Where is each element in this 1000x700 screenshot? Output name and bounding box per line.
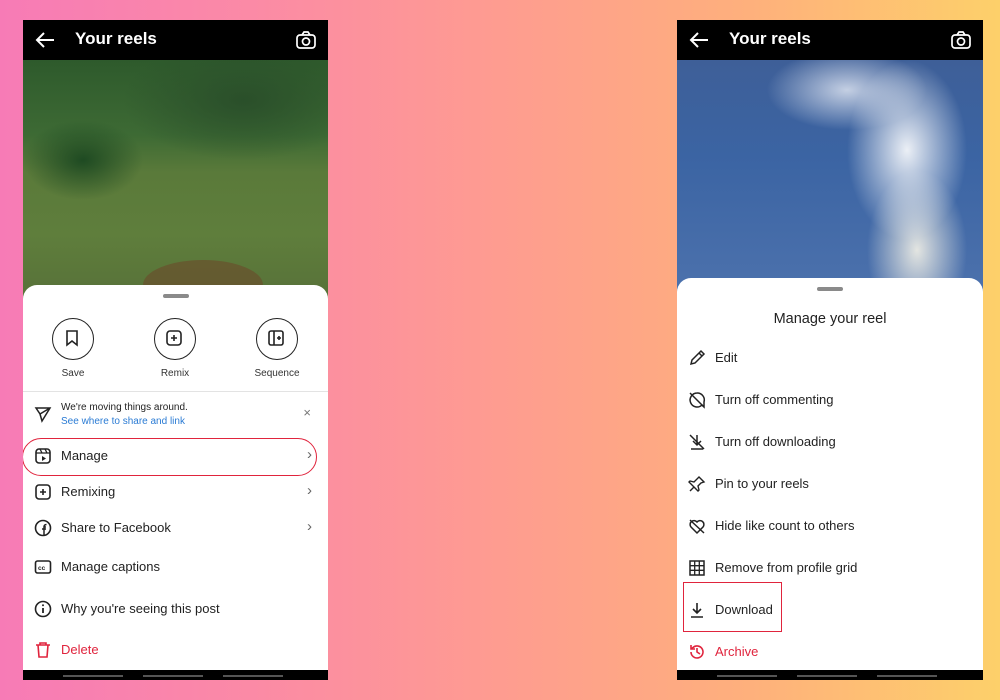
bookmark-icon [66, 330, 78, 347]
menu-item-manage-captions[interactable]: cc Manage captions [23, 549, 328, 585]
svg-text:cc: cc [38, 565, 46, 572]
sheet-handle[interactable] [162, 294, 189, 298]
notice-link[interactable]: See where to share and link [61, 416, 185, 427]
chevron-right-icon: › [307, 482, 312, 499]
comment-off-icon [689, 392, 706, 409]
menu-item-hide-like-count[interactable]: Hide like count to others [677, 509, 983, 543]
download-highlight [683, 582, 782, 632]
options-sheet: Save Remix Sequence We're moving things … [23, 285, 328, 670]
moving-notice: We're moving things around. See where to… [23, 399, 328, 435]
menu-item-remixing[interactable]: Remixing › [23, 474, 328, 510]
menu-item-pin[interactable]: Pin to your reels [677, 467, 983, 501]
manage-reel-sheet: Manage your reel Edit Turn off commentin… [677, 278, 983, 670]
system-nav-bar [23, 670, 328, 680]
right-phone-screen: Your reels Manage your reel Edit Turn of… [677, 20, 983, 680]
menu-label: Archive [715, 644, 759, 659]
menu-label: Pin to your reels [715, 476, 809, 491]
sheet-handle[interactable] [817, 287, 843, 291]
save-button[interactable]: Save [43, 318, 103, 379]
heart-off-icon [689, 519, 705, 535]
reel-video-preview[interactable] [677, 60, 983, 300]
chevron-right-icon: › [307, 518, 312, 535]
page-title: Your reels [729, 29, 811, 48]
divider [23, 391, 328, 392]
pencil-icon [689, 349, 706, 366]
remix-button[interactable]: Remix [145, 318, 205, 379]
sheet-title: Manage your reel [773, 311, 887, 327]
notice-text: We're moving things around. [61, 402, 188, 413]
back-arrow-icon[interactable] [35, 31, 55, 49]
menu-label: Hide like count to others [715, 518, 855, 533]
top-bar: Your reels [677, 20, 983, 60]
facebook-icon [34, 519, 52, 537]
menu-item-why-seeing[interactable]: Why you're seeing this post [23, 591, 328, 627]
menu-label: Turn off commenting [715, 392, 834, 407]
top-bar: Your reels [23, 20, 328, 60]
left-phone-screen: Your reels Save Remix Sequence We're mov… [23, 20, 328, 680]
menu-label: Remixing [61, 484, 116, 499]
download-off-icon [689, 434, 705, 450]
grid-icon [689, 560, 705, 576]
send-icon [34, 407, 52, 423]
menu-label: Delete [61, 642, 99, 657]
menu-item-edit[interactable]: Edit [677, 341, 983, 375]
menu-label: Remove from profile grid [715, 560, 858, 575]
menu-label: Manage captions [61, 559, 161, 574]
reel-video-preview[interactable] [23, 60, 328, 310]
menu-item-turn-off-downloading[interactable]: Turn off downloading [677, 425, 983, 459]
menu-item-turn-off-commenting[interactable]: Turn off commenting [677, 383, 983, 417]
close-icon[interactable]: × [303, 405, 311, 420]
trash-icon [36, 642, 50, 658]
remix-icon [35, 484, 51, 500]
sequence-label: Sequence [254, 368, 300, 379]
info-icon [34, 600, 52, 618]
menu-item-remove-from-grid[interactable]: Remove from profile grid [677, 551, 983, 585]
pin-icon [688, 476, 706, 492]
camera-icon[interactable] [296, 31, 316, 49]
archive-icon [690, 645, 704, 659]
menu-item-share-facebook[interactable]: Share to Facebook › [23, 510, 328, 546]
sequence-button[interactable]: Sequence [247, 318, 307, 379]
menu-label: Why you're seeing this post [61, 601, 220, 616]
menu-label: Edit [715, 350, 738, 365]
menu-item-archive[interactable]: Archive [677, 635, 983, 669]
remix-label: Remix [160, 368, 190, 379]
sequence-icon [268, 330, 284, 346]
remix-icon [166, 330, 182, 346]
menu-label: Share to Facebook [61, 520, 171, 535]
cc-icon: cc [34, 560, 52, 574]
manage-highlight [23, 438, 317, 476]
back-arrow-icon[interactable] [689, 31, 709, 49]
system-nav-bar [677, 670, 983, 680]
menu-label: Turn off downloading [715, 434, 836, 449]
camera-icon[interactable] [951, 31, 971, 49]
save-label: Save [61, 368, 85, 379]
page-title: Your reels [75, 29, 157, 48]
menu-item-delete[interactable]: Delete [23, 632, 328, 668]
